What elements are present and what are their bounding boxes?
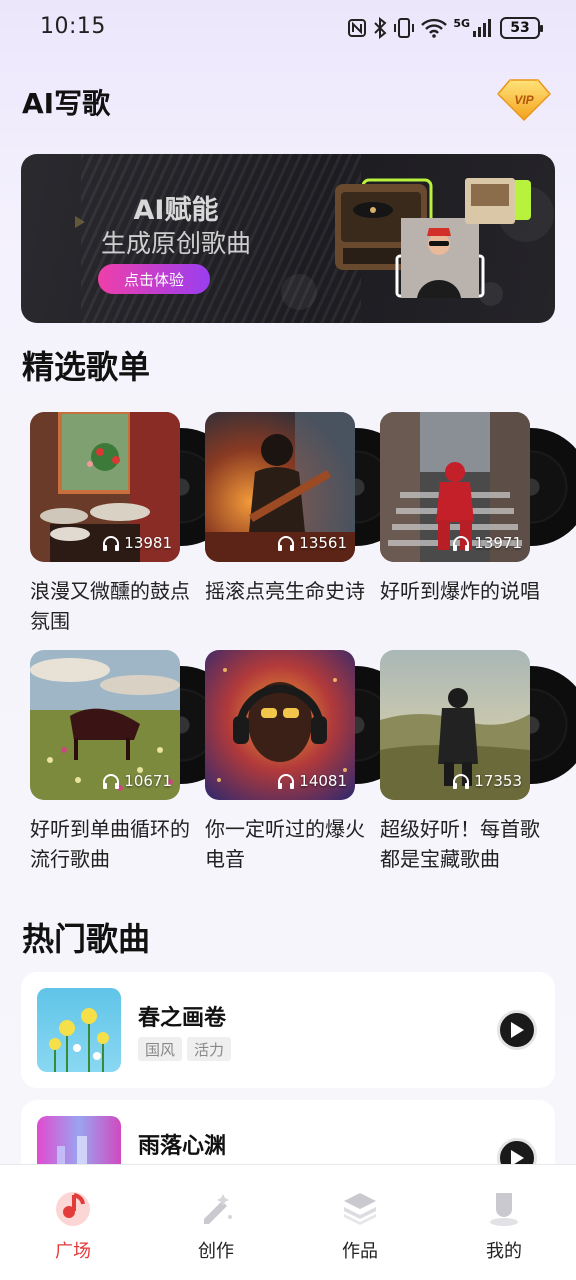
playlist-cover: 13971 [380, 412, 530, 562]
network-type: 5G [453, 16, 470, 30]
featured-section-title: 精选歌单 [22, 348, 151, 386]
play-count: 13561 [277, 530, 347, 556]
nav-label: 广场 [55, 1241, 91, 1262]
status-time: 10:15 [40, 14, 106, 39]
playlist-cover: 13981 [30, 412, 180, 562]
promo-banner[interactable]: AI赋能 生成原创歌曲 点击体验 [21, 154, 555, 323]
play-button[interactable] [497, 1010, 537, 1050]
play-count: 13981 [102, 530, 172, 556]
bottom-nav: 广场 创作 作品 我的 [0, 1164, 576, 1280]
headphones-icon [278, 774, 295, 789]
play-count: 13971 [452, 530, 522, 556]
playlist-cover: 17353 [380, 650, 530, 800]
play-count: 14081 [277, 768, 347, 794]
banner-cta-button[interactable]: 点击体验 [98, 264, 210, 294]
vibrate-icon [394, 18, 415, 38]
vip-diamond-icon: VIP [496, 79, 552, 122]
page-title: AI写歌 [22, 87, 111, 120]
song-tag: 活力 [187, 1037, 232, 1061]
song-title: 雨落心渊 [138, 1134, 227, 1159]
play-count-value: 10671 [124, 772, 172, 790]
play-count-value: 13971 [474, 534, 522, 552]
vip-button[interactable]: VIP [496, 76, 552, 122]
playlist-name: 好听到单曲循环的流行歌曲 [30, 817, 190, 871]
nav-item-profile[interactable]: 我的 [454, 1165, 554, 1280]
play-count: 17353 [452, 768, 522, 794]
nav-label: 我的 [486, 1241, 522, 1262]
play-count-value: 13561 [299, 534, 347, 552]
banner-artwork [335, 178, 531, 298]
play-icon [511, 1022, 524, 1038]
play-count-value: 17353 [474, 772, 522, 790]
wifi-icon [421, 18, 448, 38]
music-note-icon [56, 1192, 90, 1226]
nfc-icon [348, 19, 367, 37]
song-title: 春之画卷 [138, 1006, 227, 1031]
bluetooth-icon [374, 17, 387, 39]
playlist-cover: 13561 [205, 412, 355, 562]
playlist-cover: 10671 [30, 650, 180, 800]
status-icons: 5G 53 [347, 14, 543, 42]
layers-icon [344, 1193, 376, 1225]
banner-subtitle: 生成原创歌曲 [100, 229, 251, 258]
playlist-name: 你一定听过的爆火电音 [205, 817, 365, 871]
playlist-name: 好听到爆炸的说唱 [380, 579, 540, 603]
signal-icon [473, 19, 491, 37]
battery-icon: 53 [500, 17, 543, 39]
nav-item-square[interactable]: 广场 [23, 1165, 123, 1280]
nav-item-works[interactable]: 作品 [310, 1165, 410, 1280]
playlist-cover: 14081 [205, 650, 355, 800]
headphones-icon [453, 774, 470, 789]
banner-title: AI赋能 [133, 195, 219, 226]
play-count-value: 14081 [299, 772, 347, 790]
profile-icon [490, 1193, 518, 1226]
song-row[interactable]: 春之画卷 国风 活力 [21, 972, 555, 1088]
magic-pen-icon [204, 1194, 232, 1224]
song-tag: 国风 [138, 1037, 183, 1061]
vip-label: VIP [514, 93, 534, 107]
status-bar: 10:15 5G 53 [0, 0, 576, 56]
playlist-name: 超级好听！每首歌都是宝藏歌曲 [380, 817, 540, 871]
nav-item-create[interactable]: 创作 [166, 1165, 266, 1280]
headphones-icon [103, 774, 120, 789]
hot-songs-section-title: 热门歌曲 [22, 920, 151, 958]
headphones-icon [453, 536, 470, 551]
playlist-name: 浪漫又微醺的鼓点氛围 [30, 579, 190, 633]
play-count-value: 13981 [124, 534, 172, 552]
headphones-icon [278, 536, 295, 551]
nav-label: 创作 [198, 1241, 234, 1262]
play-count: 10671 [102, 768, 172, 794]
playlist-name: 摇滚点亮生命史诗 [205, 579, 365, 603]
headphones-icon [103, 536, 120, 551]
song-tags: 国风 活力 [138, 1037, 232, 1061]
nav-label: 作品 [342, 1241, 378, 1262]
song-cover [37, 988, 121, 1072]
